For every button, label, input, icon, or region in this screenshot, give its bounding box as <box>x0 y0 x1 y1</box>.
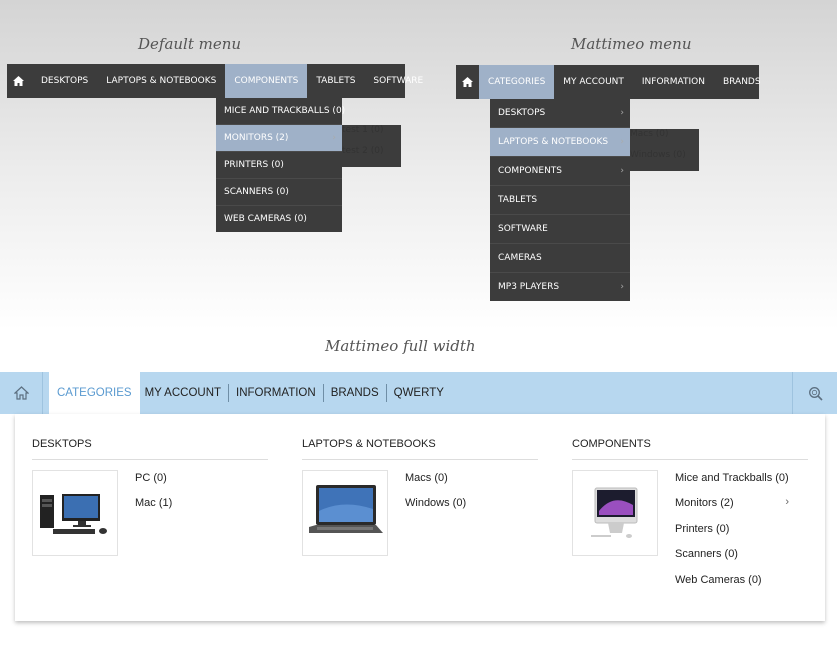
mattimeo-dd-laptops-label: LAPTOPS & NOTEBOOKS <box>498 137 609 147</box>
chevron-right-icon: › <box>332 133 336 143</box>
default-dd-webcams[interactable]: WEB CAMERAS (0) <box>216 205 342 232</box>
default-nav-tablets[interactable]: TABLETS <box>307 64 364 98</box>
link-macs[interactable]: Macs (0) <box>405 472 519 497</box>
mattimeo-dd-mp3-label: MP3 PLAYERS <box>498 282 560 292</box>
column-links: Mice and Trackballs (0) Monitors (2) › Pr… <box>675 472 789 599</box>
mattimeo-dropdown: DESKTOPS › LAPTOPS & NOTEBOOKS › COMPONENT… <box>490 99 630 301</box>
link-monitors-label: Monitors (2) <box>675 497 734 510</box>
home-icon <box>13 386 29 400</box>
default-sub-test2[interactable]: test 2 (0) <box>342 146 401 167</box>
link-scanners[interactable]: Scanners (0) <box>675 548 789 573</box>
default-dd-monitors-label: MONITORS (2) <box>224 133 289 143</box>
chevron-right-icon: › <box>620 108 624 118</box>
mattimeo-nav-information[interactable]: INFORMATION <box>633 65 714 99</box>
mattimeo-dd-software[interactable]: SOFTWARE <box>490 214 630 243</box>
default-sub-test1[interactable]: test 1 (0) <box>342 125 401 146</box>
home-icon <box>462 77 473 87</box>
column-links: PC (0) Mac (1) <box>135 472 249 523</box>
column-title[interactable]: LAPTOPS & NOTEBOOKS <box>302 414 538 460</box>
column-links: Macs (0) Windows (0) <box>405 472 519 523</box>
link-webcams[interactable]: Web Cameras (0) <box>675 574 789 599</box>
mattimeo-sub-macs[interactable]: Macs (0) <box>630 129 699 150</box>
default-nav-components[interactable]: COMPONENTS <box>225 64 308 98</box>
default-submenu: test 1 (0) test 2 (0) <box>342 125 401 167</box>
column-title[interactable]: DESKTOPS <box>32 414 268 460</box>
laptop-image[interactable] <box>302 470 388 556</box>
search-icon <box>808 386 823 401</box>
column-components: COMPONENTS Mice and Trackballs (0) Monit… <box>572 414 808 586</box>
mattimeo-nav-account[interactable]: MY ACCOUNT <box>554 65 633 99</box>
imac-image[interactable] <box>572 470 658 556</box>
default-dd-printers[interactable]: PRINTERS (0) <box>216 151 342 178</box>
default-home-button[interactable] <box>7 64 30 98</box>
default-dd-monitors[interactable]: MONITORS (2) › <box>216 124 342 151</box>
mattimeo-dd-desktops-label: DESKTOPS <box>498 108 546 118</box>
full-nav-brands[interactable]: BRANDS <box>324 384 387 402</box>
mattimeo-home-button[interactable] <box>456 65 479 99</box>
link-windows[interactable]: Windows (0) <box>405 497 519 522</box>
mattimeo-nav-brands[interactable]: BRANDS <box>714 65 770 99</box>
default-dropdown: MICE AND TRACKBALLS (0) MONITORS (2) › PR… <box>216 98 345 232</box>
mattimeo-dd-mp3[interactable]: MP3 PLAYERS › <box>490 272 630 301</box>
default-dd-scanners[interactable]: SCANNERS (0) <box>216 178 342 205</box>
column-laptops: LAPTOPS & NOTEBOOKS Macs (0) Windows (0) <box>302 414 538 556</box>
mattimeo-dd-tablets[interactable]: TABLETS <box>490 185 630 214</box>
home-icon <box>13 76 24 86</box>
link-mice[interactable]: Mice and Trackballs (0) <box>675 472 789 497</box>
link-mac[interactable]: Mac (1) <box>135 497 249 522</box>
caption-full-width: Mattimeo full width <box>325 337 476 355</box>
default-nav-laptops[interactable]: LAPTOPS & NOTEBOOKS <box>97 64 225 98</box>
link-printers[interactable]: Printers (0) <box>675 523 789 548</box>
default-nav-software[interactable]: SOFTWARE <box>364 64 432 98</box>
full-nav-account[interactable]: MY ACCOUNT <box>140 384 230 402</box>
full-nav-qwerty[interactable]: QWERTY <box>387 384 451 402</box>
mattimeo-dd-components-label: COMPONENTS <box>498 166 563 176</box>
chevron-right-icon: › <box>785 496 789 509</box>
mattimeo-dd-desktops[interactable]: DESKTOPS › <box>490 99 630 127</box>
full-home-button[interactable] <box>0 372 43 414</box>
full-width-menu-bar: CATEGORIES MY ACCOUNT INFORMATION BRANDS… <box>0 372 837 414</box>
chevron-right-icon: › <box>620 166 624 176</box>
column-desktops: DESKTOPS PC (0) Mac (1) <box>32 414 268 556</box>
mattimeo-nav-categories[interactable]: CATEGORIES <box>479 65 555 99</box>
mattimeo-submenu: Macs (0) Windows (0) <box>630 129 699 171</box>
link-monitors[interactable]: Monitors (2) › <box>675 496 789 522</box>
full-nav-information[interactable]: INFORMATION <box>229 384 324 402</box>
default-nav-desktops[interactable]: DESKTOPS <box>30 64 97 98</box>
chevron-right-icon: › <box>620 137 624 147</box>
mattimeo-menu-bar: CATEGORIES MY ACCOUNT INFORMATION BRANDS <box>456 65 761 99</box>
caption-default-menu: Default menu <box>138 35 242 53</box>
mattimeo-sub-windows[interactable]: Windows (0) <box>630 150 699 171</box>
chevron-right-icon: › <box>620 282 624 292</box>
link-pc[interactable]: PC (0) <box>135 472 249 497</box>
column-title[interactable]: COMPONENTS <box>572 414 808 460</box>
full-nav-categories[interactable]: CATEGORIES <box>49 372 140 414</box>
default-menu-bar: DESKTOPS LAPTOPS & NOTEBOOKS COMPONENTS … <box>7 64 423 98</box>
mattimeo-dd-cameras[interactable]: CAMERAS <box>490 243 630 272</box>
search-button[interactable] <box>792 372 837 414</box>
mattimeo-dd-components[interactable]: COMPONENTS › <box>490 156 630 185</box>
caption-mattimeo-menu: Mattimeo menu <box>571 35 692 53</box>
mattimeo-dd-laptops[interactable]: LAPTOPS & NOTEBOOKS › <box>490 127 630 156</box>
default-dd-mice[interactable]: MICE AND TRACKBALLS (0) <box>216 98 345 124</box>
desktop-pc-image[interactable] <box>32 470 118 556</box>
mega-menu-panel: DESKTOPS PC (0) Mac (1) LAPTOPS & NOTEBO… <box>15 414 825 621</box>
